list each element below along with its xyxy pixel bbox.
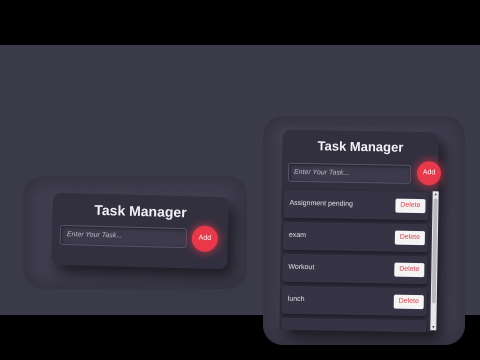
delete-button[interactable]: Delete [395,198,426,214]
task-text: exam [288,231,307,240]
task-row: exam Delete [282,221,429,253]
task-row: Workout Delete [282,253,428,285]
task-input[interactable]: Enter Your Task... [287,162,412,184]
task-input[interactable]: Enter Your Task... [59,224,188,249]
card-title: Task Manager [317,138,404,155]
canvas: Task Manager Enter Your Task... Add Task… [0,45,480,345]
scroll-up-icon[interactable]: ▲ [433,191,439,197]
add-button[interactable]: Add [416,161,442,186]
task-text: Workout [288,263,315,272]
scroll-down-icon[interactable]: ▼ [430,324,436,330]
task-list: Assignment pending Delete exam Delete Wo… [279,188,431,333]
task-row [280,317,427,333]
delete-button[interactable]: Delete [393,294,424,310]
delete-button[interactable]: Delete [394,262,425,278]
scroll-thumb[interactable] [431,198,438,304]
task-manager-card-large: Task Manager Enter Your Task... Add Assi… [279,129,442,333]
task-row: lunch Delete [281,285,428,317]
task-manager-card-small: Task Manager Enter Your Task... Add [51,192,229,270]
add-button[interactable]: Add [191,225,219,253]
delete-button[interactable]: Delete [394,230,426,246]
task-text: Assignment pending [289,199,353,208]
task-text: lunch [287,295,305,304]
task-row: Assignment pending Delete [283,189,429,221]
card-title: Task Manager [94,201,187,221]
